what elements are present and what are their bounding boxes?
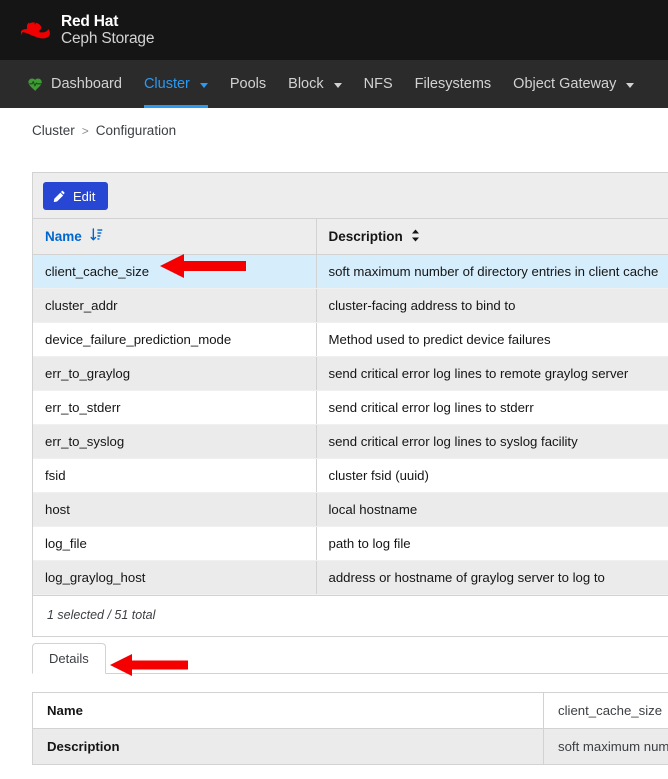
nav-item-object-gateway[interactable]: Object Gateway	[502, 60, 645, 108]
nav-label-dashboard: Dashboard	[51, 76, 122, 92]
cell-description: send critical error log lines to remote …	[316, 356, 668, 391]
table-row[interactable]: err_to_graylog send critical error log l…	[33, 356, 668, 391]
cell-name: host	[33, 492, 317, 527]
cell-name: client_cache_size	[33, 254, 317, 289]
details-value: client_cache_size	[543, 692, 668, 729]
cell-name: fsid	[33, 458, 317, 493]
nav-item-pools[interactable]: Pools	[219, 60, 277, 108]
breadcrumb-item-cluster[interactable]: Cluster	[32, 123, 75, 138]
pencil-icon	[53, 190, 66, 203]
table-row[interactable]: host local hostname	[33, 492, 668, 527]
cell-description: soft maximum number of directory entries…	[316, 254, 668, 289]
nav-item-nfs[interactable]: NFS	[353, 60, 404, 108]
details-key: Name	[32, 692, 544, 729]
cell-description: address or hostname of graylog server to…	[316, 560, 668, 595]
nav-label-cluster: Cluster	[143, 76, 190, 92]
cell-description: cluster-facing address to bind to	[316, 288, 668, 323]
table-row[interactable]: log_graylog_host address or hostname of …	[33, 560, 668, 595]
cell-description: local hostname	[316, 492, 668, 527]
redhat-fedora-hat-icon	[18, 17, 52, 43]
table-row[interactable]: client_cache_size soft maximum number of…	[33, 254, 668, 289]
table-row[interactable]: device_failure_prediction_mode Method us…	[33, 322, 668, 357]
table-header-row: Name Description	[33, 219, 668, 255]
heart-pulse-icon	[27, 76, 44, 93]
table-row[interactable]: err_to_stderr send critical error log li…	[33, 390, 668, 425]
cell-name: device_failure_prediction_mode	[33, 322, 317, 357]
table-head: Name Description	[33, 219, 668, 255]
details-key: Description	[32, 728, 544, 765]
cell-name: err_to_syslog	[33, 424, 317, 459]
table-body: client_cache_size soft maximum number of…	[33, 254, 668, 595]
cell-name: err_to_stderr	[33, 390, 317, 425]
table-row[interactable]: log_file path to log file	[33, 526, 668, 561]
column-header-description-label: Description	[328, 229, 403, 244]
table-footer-status: 1 selected / 51 total	[33, 595, 668, 636]
chevron-down-icon	[199, 82, 208, 88]
breadcrumb-item-configuration[interactable]: Configuration	[96, 123, 176, 138]
brand-text: Red Hat Ceph Storage	[61, 13, 154, 48]
details-table-body: Name client_cache_size Description soft …	[32, 692, 668, 765]
chevron-down-icon	[333, 82, 342, 88]
cell-name: err_to_graylog	[33, 356, 317, 391]
cell-description: send critical error log lines to syslog …	[316, 424, 668, 459]
cell-description: path to log file	[316, 526, 668, 561]
details-section: Details Name client_cache_size Descripti…	[32, 641, 668, 765]
breadcrumb: Cluster > Configuration	[0, 108, 668, 138]
tab-details-label: Details	[49, 650, 89, 666]
cell-description: Method used to predict device failures	[316, 322, 668, 357]
nav-label-nfs: NFS	[363, 76, 393, 92]
details-row: Name client_cache_size	[32, 692, 668, 729]
brand-product: Ceph Storage	[61, 30, 155, 47]
cell-name: log_graylog_host	[33, 560, 317, 595]
nav-item-cluster[interactable]: Cluster	[133, 60, 219, 108]
details-row: Description soft maximum numb	[32, 728, 668, 765]
nav-label-object-gateway: Object Gateway	[513, 76, 617, 92]
configuration-table-panel: Edit Name Description client_cache_size …	[32, 172, 668, 637]
configuration-table: Name Description client_cache_size soft …	[33, 219, 668, 595]
brand-name: Red Hat	[61, 12, 119, 30]
column-header-name[interactable]: Name	[33, 219, 317, 255]
column-header-name-label: Name	[45, 229, 82, 244]
cell-description: send critical error log lines to stderr	[316, 390, 668, 425]
breadcrumb-separator-icon: >	[81, 123, 89, 138]
main-navigation: Dashboard Cluster Pools Block NFS Filesy…	[0, 60, 668, 108]
tab-details[interactable]: Details	[32, 642, 106, 674]
details-value: soft maximum numb	[543, 728, 668, 765]
details-tab-strip: Details	[32, 641, 668, 674]
table-row[interactable]: err_to_syslog send critical error log li…	[33, 424, 668, 459]
cell-name: cluster_addr	[33, 288, 317, 323]
nav-item-filesystems[interactable]: Filesystems	[404, 60, 503, 108]
table-row[interactable]: cluster_addr cluster-facing address to b…	[33, 288, 668, 323]
nav-item-block[interactable]: Block	[277, 60, 352, 108]
sort-ascending-icon[interactable]	[90, 228, 103, 245]
details-table: Name client_cache_size Description soft …	[32, 692, 668, 765]
column-header-description[interactable]: Description	[316, 219, 668, 255]
redhat-logo[interactable]: Red Hat Ceph Storage	[18, 13, 154, 48]
nav-label-pools: Pools	[229, 76, 267, 92]
nav-item-dashboard[interactable]: Dashboard	[16, 60, 133, 108]
nav-label-block: Block	[288, 76, 324, 92]
cell-name: log_file	[33, 526, 317, 561]
table-toolbar: Edit	[33, 173, 668, 219]
edit-button[interactable]: Edit	[43, 182, 109, 210]
edit-button-label: Edit	[73, 188, 96, 204]
nav-label-filesystems: Filesystems	[414, 76, 492, 92]
cell-description: cluster fsid (uuid)	[316, 458, 668, 493]
table-row[interactable]: fsid cluster fsid (uuid)	[33, 458, 668, 493]
brand-bar: Red Hat Ceph Storage	[0, 0, 668, 60]
chevron-down-icon	[626, 82, 635, 88]
sort-both-icon[interactable]	[411, 229, 420, 245]
